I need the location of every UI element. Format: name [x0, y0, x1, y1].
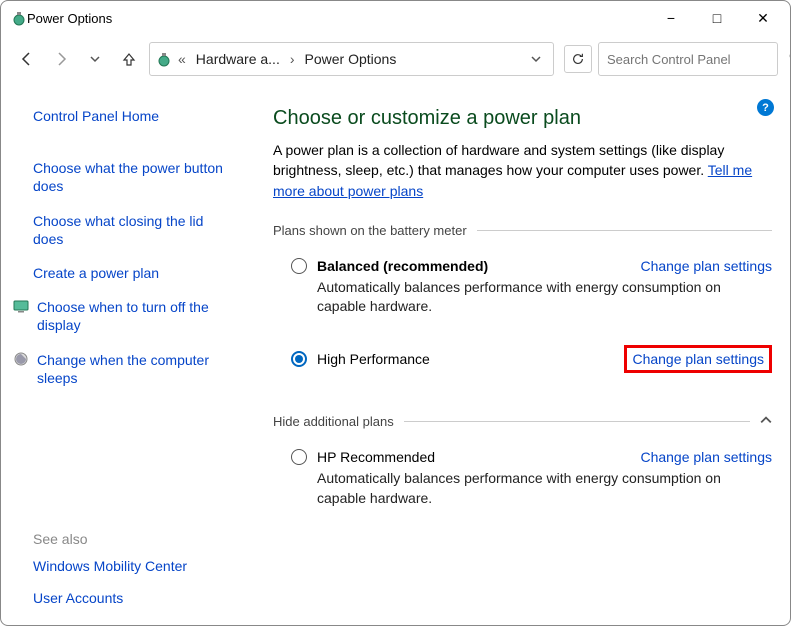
back-button[interactable]	[13, 45, 41, 73]
maximize-button[interactable]: □	[694, 3, 740, 33]
change-plan-hp-recommended[interactable]: Change plan settings	[640, 449, 772, 465]
search-box[interactable]	[598, 42, 778, 76]
breadcrumb-hardware[interactable]: Hardware a...	[192, 49, 284, 69]
section-battery-meter: Plans shown on the battery meter	[273, 223, 467, 238]
power-options-icon	[11, 10, 27, 26]
refresh-button[interactable]	[564, 45, 592, 73]
sidebar-link-create-plan[interactable]: Create a power plan	[33, 264, 227, 282]
up-button[interactable]	[115, 45, 143, 73]
minimize-button[interactable]: −	[648, 3, 694, 33]
page-title: Choose or customize a power plan	[273, 107, 772, 130]
breadcrumb-power-options[interactable]: Power Options	[301, 49, 401, 69]
control-panel-home-link[interactable]: Control Panel Home	[33, 107, 227, 125]
sleep-icon	[13, 351, 29, 367]
address-dropdown[interactable]	[525, 51, 547, 67]
plan-balanced-label[interactable]: Balanced (recommended)	[317, 258, 488, 274]
see-also-label: See also	[33, 531, 227, 547]
sidebar-link-computer-sleeps[interactable]: Change when the computer sleeps	[37, 351, 227, 387]
chevron-left-icon: «	[176, 51, 188, 67]
search-input[interactable]	[607, 52, 783, 67]
change-plan-high-performance[interactable]: Change plan settings	[632, 351, 764, 367]
hide-additional-plans[interactable]: Hide additional plans	[273, 414, 394, 429]
highlight-box: Change plan settings	[624, 345, 772, 373]
address-bar[interactable]: « Hardware a... › Power Options	[149, 42, 554, 76]
description-text: A power plan is a collection of hardware…	[273, 142, 724, 178]
see-also-user-accounts[interactable]: User Accounts	[33, 589, 227, 607]
display-icon	[13, 298, 29, 314]
plan-high-performance-label[interactable]: High Performance	[317, 351, 430, 367]
window-title: Power Options	[27, 11, 648, 26]
plan-hp-recommended-label[interactable]: HP Recommended	[317, 449, 435, 465]
sidebar-link-closing-lid[interactable]: Choose what closing the lid does	[33, 212, 227, 248]
radio-hp-recommended[interactable]	[291, 449, 307, 465]
chevron-up-icon[interactable]	[760, 413, 772, 429]
sidebar-link-power-button[interactable]: Choose what the power button does	[33, 159, 227, 195]
forward-button[interactable]	[47, 45, 75, 73]
radio-balanced[interactable]	[291, 258, 307, 274]
change-plan-balanced[interactable]: Change plan settings	[640, 258, 772, 274]
plan-balanced-desc: Automatically balances performance with …	[317, 278, 772, 317]
chevron-right-icon[interactable]: ›	[288, 51, 297, 67]
page-description: A power plan is a collection of hardware…	[273, 140, 772, 201]
see-also-mobility-center[interactable]: Windows Mobility Center	[33, 557, 227, 575]
power-options-icon	[156, 51, 172, 67]
close-button[interactable]: ✕	[740, 3, 786, 33]
help-button[interactable]: ?	[757, 99, 774, 116]
radio-high-performance[interactable]	[291, 351, 307, 367]
sidebar-link-turn-off-display[interactable]: Choose when to turn off the display	[37, 298, 227, 334]
recent-dropdown[interactable]	[81, 45, 109, 73]
plan-hp-recommended-desc: Automatically balances performance with …	[317, 469, 772, 508]
